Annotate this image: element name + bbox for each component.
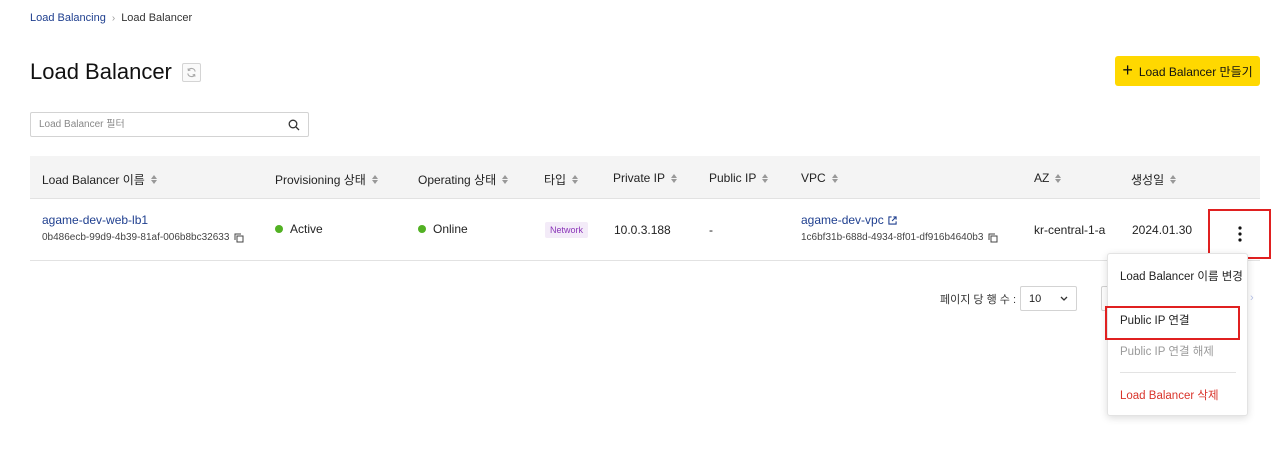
column-header-label: Private IP <box>613 171 666 185</box>
column-header-type[interactable]: 타입 <box>544 171 579 188</box>
sort-icon <box>671 173 678 183</box>
private-ip: 10.0.3.188 <box>614 223 671 237</box>
sort-icon <box>150 175 157 184</box>
page-title: Load Balancer <box>30 59 172 84</box>
vpc-id: 1c6bf31b-688d-4934-8f01-df916b4640b3 <box>801 232 984 243</box>
plus-icon: + <box>1122 60 1133 80</box>
lb-name-cell: agame-dev-web-lb1 0b486ecb-99d9-4b39-81a… <box>42 213 244 243</box>
column-header-name[interactable]: Load Balancer 이름 <box>42 171 157 188</box>
column-header-label: Operating 상태 <box>418 173 497 187</box>
column-header-label: Load Balancer 이름 <box>42 173 145 187</box>
copy-icon[interactable] <box>988 233 998 243</box>
more-vertical-icon <box>1237 226 1242 242</box>
created-date: 2024.01.30 <box>1132 223 1193 237</box>
sort-icon <box>1055 173 1062 183</box>
rows-per-page-label: 페이지 당 행 수 : <box>940 294 1017 306</box>
menu-item-rename[interactable]: Load Balancer 이름 변경 <box>1120 268 1243 284</box>
menu-item-delete[interactable]: Load Balancer 삭제 <box>1120 387 1219 403</box>
page-title-row: Load Balancer <box>30 59 201 85</box>
column-header-label: VPC <box>801 171 826 185</box>
column-header-created[interactable]: 생성일 <box>1131 171 1177 188</box>
column-header-label: 타입 <box>544 173 567 187</box>
vpc-link[interactable]: agame-dev-vpc <box>801 213 884 227</box>
create-load-balancer-label: Load Balancer 만들기 <box>1138 64 1253 79</box>
row-actions-button[interactable] <box>1208 209 1271 259</box>
breadcrumb-current: Load Balancer <box>121 12 193 24</box>
breadcrumb: Load Balancing › Load Balancer <box>30 12 192 24</box>
table-header: Load Balancer 이름 Provisioning 상태 Operati… <box>30 156 1260 199</box>
next-page-icon[interactable]: › <box>1250 292 1254 304</box>
sort-icon <box>371 175 378 184</box>
filter-box <box>30 112 309 137</box>
menu-divider <box>1120 372 1236 373</box>
provisioning-status-text: Active <box>290 222 323 236</box>
column-header-label: 생성일 <box>1131 173 1165 187</box>
operating-status-text: Online <box>433 222 468 236</box>
column-header-label: AZ <box>1034 171 1050 185</box>
copy-icon[interactable] <box>234 233 244 243</box>
provisioning-status: Active <box>275 222 323 236</box>
status-dot-icon <box>418 225 426 233</box>
vpc-cell: agame-dev-vpc 1c6bf31b-688d-4934-8f01-df… <box>801 213 998 243</box>
chevron-down-icon <box>1060 296 1068 301</box>
sort-icon <box>762 173 769 183</box>
refresh-button[interactable] <box>181 62 201 82</box>
breadcrumb-parent-link[interactable]: Load Balancing <box>30 12 106 24</box>
column-header-operating[interactable]: Operating 상태 <box>418 171 509 188</box>
type-cell: Network <box>545 222 589 238</box>
table-row: agame-dev-web-lb1 0b486ecb-99d9-4b39-81a… <box>30 199 1260 261</box>
sort-icon <box>1170 175 1177 184</box>
menu-item-detach-public-ip: Public IP 연결 해제 <box>1120 346 1214 358</box>
create-load-balancer-button[interactable]: + Load Balancer 만들기 <box>1115 56 1260 86</box>
attach-public-ip-highlight <box>1105 306 1240 340</box>
external-link-icon[interactable] <box>888 215 897 225</box>
status-dot-icon <box>275 225 283 233</box>
lb-name-link[interactable]: agame-dev-web-lb1 <box>42 213 244 227</box>
rows-per-page-select[interactable]: 10 <box>1020 286 1077 311</box>
sort-icon <box>831 173 838 183</box>
column-header-public-ip[interactable]: Public IP <box>709 171 769 185</box>
column-header-label: Provisioning 상태 <box>275 173 366 187</box>
lb-id: 0b486ecb-99d9-4b39-81af-006b8bc32633 <box>42 232 230 243</box>
public-ip: - <box>709 223 713 237</box>
column-header-label: Public IP <box>709 171 757 185</box>
operating-status: Online <box>418 222 468 236</box>
search-icon[interactable] <box>288 119 300 131</box>
sort-icon <box>572 175 579 184</box>
column-header-az[interactable]: AZ <box>1034 171 1062 185</box>
rows-per-page-value: 10 <box>1029 292 1042 305</box>
refresh-icon <box>187 67 196 77</box>
sort-icon <box>502 175 509 184</box>
column-header-provisioning[interactable]: Provisioning 상태 <box>275 171 378 188</box>
column-header-private-ip[interactable]: Private IP <box>613 171 678 185</box>
breadcrumb-separator: › <box>111 12 116 24</box>
filter-input[interactable] <box>39 119 288 130</box>
type-badge: Network <box>545 222 589 238</box>
column-header-vpc[interactable]: VPC <box>801 171 838 185</box>
az: kr-central-1-a <box>1034 223 1106 237</box>
